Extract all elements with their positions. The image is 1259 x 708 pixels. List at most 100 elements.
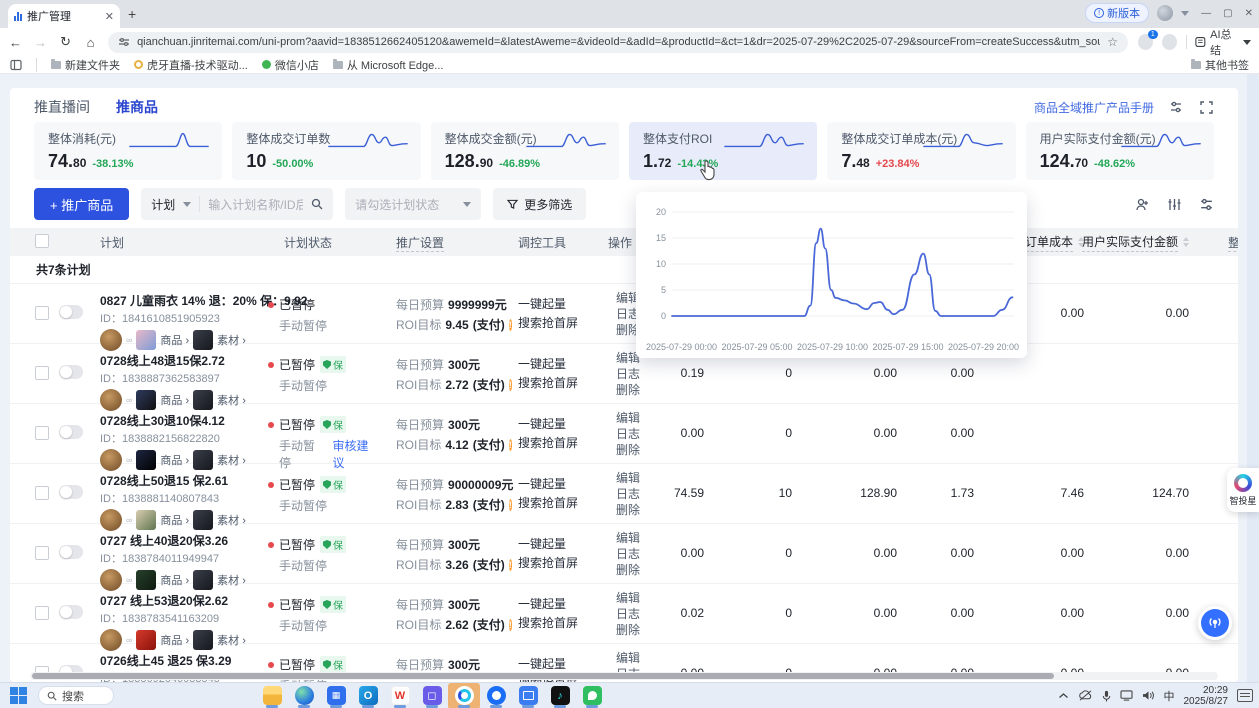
app-blue-circle-icon[interactable] [480,683,512,708]
app-green-icon[interactable] [576,683,608,708]
new-version-badge[interactable]: !新版本 [1085,3,1149,23]
tab-live-room[interactable]: 推直播间 [34,97,90,117]
taskbar-clock[interactable]: 20:292025/8/27 [1184,685,1229,707]
tool-search-topview[interactable]: 搜索抢首屏 [518,434,590,453]
edit-action[interactable]: 编辑 [616,410,650,426]
microphone-icon[interactable] [1102,690,1111,702]
metric-card-cost[interactable]: 整体消耗(元) 74.80-38.13% [34,122,222,180]
col-setting[interactable]: 推广设置 [380,234,502,251]
row-checkbox[interactable] [35,606,49,620]
row-checkbox[interactable] [35,486,49,500]
wps-office-icon[interactable]: W [384,683,416,708]
reload-icon[interactable]: ↻ [58,34,73,50]
bookmark-item[interactable]: 从 Microsoft Edge... [333,57,444,73]
app-purple-icon[interactable]: ◻ [416,683,448,708]
other-bookmarks[interactable]: 其他书签 [1191,57,1249,73]
log-action[interactable]: 日志 [616,486,650,502]
edit-action[interactable]: 编辑 [616,470,650,486]
plan-title[interactable]: 0727 线上53退20保2.62 [100,592,268,609]
search-input[interactable]: 输入计划名称/ID后回车搜索 [208,196,303,213]
tool-search-topview[interactable]: 搜索抢首屏 [518,374,590,393]
plan-title[interactable]: 0727 线上40退20保3.26 [100,532,268,549]
log-action[interactable]: 日志 [616,606,650,622]
maximize-button[interactable]: ▢ [1223,8,1232,19]
row-toggle[interactable] [59,545,83,559]
search-icon[interactable] [311,198,323,210]
log-action[interactable]: 日志 [616,546,650,562]
metric-card-orders[interactable]: 整体成交订单数 10-50.00% [232,122,420,180]
ime-indicator[interactable]: 中 [1164,688,1175,704]
file-explorer-icon[interactable] [256,683,288,708]
tool-quick-boost[interactable]: 一键起量 [518,475,590,494]
row-toggle[interactable] [59,605,83,619]
address-bar[interactable]: qianchuan.jinritemai.com/uni-prom?aavid=… [108,32,1128,53]
scrollbar-thumb[interactable] [32,673,1054,679]
delete-action[interactable]: 删除 [616,382,650,398]
log-action[interactable]: 日志 [616,426,650,442]
plan-title[interactable]: 0827 儿童雨衣 14% 退：20% 保：9.92 [100,292,268,309]
edge-browser-icon[interactable] [288,683,320,708]
qianchuan-active-app-icon[interactable] [448,683,480,708]
microsoft-store-icon[interactable]: ▦ [320,683,352,708]
tool-search-topview[interactable]: 搜索抢首屏 [518,614,590,633]
extensions-menu-icon[interactable] [1162,34,1177,50]
edit-action[interactable]: 编辑 [616,650,650,666]
fullscreen-icon[interactable] [1198,99,1214,115]
col-tool[interactable]: 调控工具 [502,234,590,251]
zhitouxing-widget[interactable]: 智投星 [1227,468,1259,512]
taskbar-search[interactable]: 搜索 [38,686,114,705]
plan-title[interactable]: 0728线上50退15 保2.61 [100,472,268,489]
site-settings-icon[interactable] [118,36,130,48]
assistant-fab-button[interactable] [1198,606,1232,640]
status-filter-select[interactable]: 请勾选计划状态 [345,188,481,220]
onedrive-paused-icon[interactable] [1078,690,1093,701]
tool-search-topview[interactable]: 搜索抢首屏 [518,314,590,333]
minimize-button[interactable]: — [1201,8,1211,19]
app-blue-card-icon[interactable] [512,683,544,708]
horizontal-scrollbar[interactable] [30,672,1218,680]
side-panel-icon[interactable] [10,59,22,71]
delete-action[interactable]: 删除 [616,562,650,578]
delete-action[interactable]: 删除 [616,442,650,458]
delete-action[interactable]: 删除 [616,502,650,518]
tool-quick-boost[interactable]: 一键起量 [518,295,590,314]
extension-icon[interactable]: 1 [1138,34,1153,50]
delete-action[interactable]: 删除 [616,622,650,638]
forward-icon[interactable]: → [33,35,48,50]
settings-sliders-icon[interactable] [1168,99,1184,115]
table-filter-icon[interactable] [1198,196,1214,212]
col-plan[interactable]: 计划 [86,234,268,251]
new-tab-button[interactable]: + [128,6,136,22]
row-checkbox[interactable] [35,546,49,560]
more-filters-button[interactable]: 更多筛选 [493,188,586,220]
bookmark-star-icon[interactable]: ☆ [1107,35,1118,49]
browser-tab[interactable]: 推广管理 ✕ [8,4,120,28]
plan-title[interactable]: 0726线上45 退25 保3.29 [100,652,268,669]
window-controls[interactable]: —▢✕ [1201,8,1253,19]
back-icon[interactable]: ← [8,35,23,50]
row-toggle[interactable] [59,365,83,379]
tool-search-topview[interactable]: 搜索抢首屏 [518,494,590,513]
plan-title[interactable]: 0728线上30退10保4.12 [100,412,268,429]
product-manual-link[interactable]: 商品全域推广产品手册 [1034,99,1154,116]
log-action[interactable]: 日志 [616,366,650,382]
plan-title[interactable]: 0728线上48退15保2.72 [100,352,268,369]
metric-card-order-cost[interactable]: 整体成交订单成本(元) 7.48+23.84% [827,122,1015,180]
add-member-icon[interactable] [1134,196,1150,212]
row-toggle[interactable] [59,305,83,319]
row-checkbox[interactable] [35,366,49,380]
row-toggle[interactable] [59,485,83,499]
tool-quick-boost[interactable]: 一键起量 [518,415,590,434]
network-icon[interactable] [1120,690,1133,701]
promote-product-button[interactable]: + 推广商品 [34,188,129,220]
col-status[interactable]: 计划状态 [268,234,380,251]
plan-type-select[interactable]: 计划 [151,196,175,213]
metric-card-roi[interactable]: 整体支付ROI 1.72-14.43% [629,122,817,180]
profile-caret-icon[interactable] [1181,11,1189,20]
select-all-checkbox[interactable] [35,234,49,248]
col-next[interactable]: 整体 [1197,234,1238,251]
metric-card-paid-amount[interactable]: 用户实际支付金额(元) 124.70-48.62% [1026,122,1214,180]
row-toggle[interactable] [59,425,83,439]
metric-card-gmv[interactable]: 整体成交金额(元) 128.90-46.89% [431,122,619,180]
ai-summary-button[interactable]: AI总结 [1195,26,1251,58]
